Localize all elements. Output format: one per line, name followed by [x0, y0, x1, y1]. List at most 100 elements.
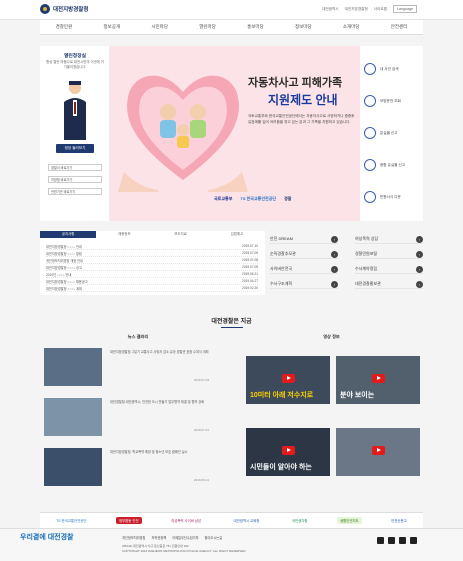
- video-thumb[interactable]: 10미터 아래 저수지로: [246, 356, 330, 404]
- language-select[interactable]: Language: [393, 5, 417, 13]
- notice-tabs: 공지사항 채용정보 보도자료 입법예고: [40, 231, 265, 238]
- util-link[interactable]: 대전광역시: [322, 7, 339, 12]
- police-logo: 경찰: [284, 196, 292, 201]
- quick-item-forms[interactable]: 민원서식 다운: [364, 182, 422, 212]
- social-links: [377, 537, 417, 544]
- chief-panel-desc: 항상 열린 마음으로 대전시민의 이곳에 귀 기울이겠습니다.: [46, 60, 104, 69]
- arrow-right-icon: ›: [416, 235, 423, 243]
- bag-icon: [364, 159, 376, 171]
- gallery-item[interactable]: 대전경찰청-대전광역시, 안전한 도시 만들기 업무협약 체결 및 협력 강화 …: [44, 398, 234, 446]
- link-women[interactable]: 여성폭력 상담 ›: [355, 235, 423, 244]
- related-org-select[interactable]: 관련기관 바로가기: [48, 188, 102, 195]
- play-icon: [372, 446, 385, 455]
- quick-item-lost[interactable]: 분실물 신고: [364, 118, 422, 148]
- video-thumb[interactable]: 분야 보이는: [336, 356, 420, 404]
- gallery-photo: [44, 398, 102, 436]
- section-title: 대전경찰은 지금: [0, 316, 463, 328]
- facebook-icon[interactable]: [388, 537, 395, 544]
- document-icon: [364, 191, 376, 203]
- notice-row[interactable]: 대전지방경찰청 ○○○○ 안내 2019.07.10: [46, 244, 258, 250]
- partner-banners: TS 한국교통안전공단 정부합동 안전 여성폭력 사이버 상담 대전광역시 교육…: [40, 512, 423, 528]
- notice-row[interactable]: 대전지방경찰청 ○○○○ 공고 2019.07.05: [46, 265, 258, 271]
- tab-recruit[interactable]: 채용정보: [96, 231, 152, 238]
- ts-logo: TS 한국교통안전공단: [240, 196, 277, 201]
- top-bar: 대전지방경찰청 대전광역시 대전지방경찰청 사이트맵 Language: [0, 0, 463, 20]
- news-gallery: 뉴스 갤러리 대전지방경찰청, 2분기 교통사고 사망자 감소 유공 경찰관 표…: [40, 334, 236, 516]
- util-link[interactable]: 사이트맵: [374, 7, 387, 12]
- partner-link[interactable]: TS 한국교통안전공단: [53, 517, 89, 524]
- arrow-right-icon: ›: [331, 265, 338, 273]
- nav-item[interactable]: 열린마당: [199, 24, 216, 30]
- partner-link[interactable]: 대전광역시 교육청: [231, 517, 263, 524]
- main-nav: 경찰민원 정보공개 시민마당 열린마당 홍보마당 정보마당 소개마당 안전센터: [40, 20, 423, 35]
- banner-subtitle: 지원제도 안내: [268, 93, 338, 107]
- video-heading: 영상 정보: [323, 334, 340, 339]
- util-link[interactable]: 대전지방경찰청: [345, 7, 368, 12]
- chief-room-button[interactable]: 청장 둘러보기: [56, 144, 94, 153]
- footer-link[interactable]: 찾아오시는길: [205, 535, 223, 540]
- link-pr[interactable]: 대전경찰홍보관 ›: [355, 280, 423, 289]
- nav-item[interactable]: 경찰민원: [56, 24, 73, 30]
- blog-icon[interactable]: [410, 537, 417, 544]
- chief-panel-title: 열린청장실: [63, 54, 87, 59]
- arrow-right-icon: ›: [331, 280, 338, 288]
- partner-link[interactable]: 정부합동 안전: [115, 517, 142, 524]
- nav-item[interactable]: 안전센터: [391, 24, 408, 30]
- nav-item[interactable]: 정보공개: [104, 24, 121, 30]
- notice-row[interactable]: 2019년 ○○○○ 안내 2019.06.21: [46, 272, 258, 278]
- quick-item-case-search[interactable]: 내 사건 검색: [364, 54, 422, 84]
- nav-item[interactable]: 시민마당: [151, 24, 168, 30]
- footer-address: (35242) 대전광역시 서구 둔산중로 78 | 민원안내 182 COPY…: [122, 544, 246, 553]
- gallery-item[interactable]: 대전지방경찰청, 2분기 교통사고 사망자 감소 유공 경찰관 표창 수여식 개…: [44, 348, 234, 396]
- video-thumb[interactable]: [336, 428, 420, 476]
- play-icon: [282, 374, 295, 383]
- main-banner[interactable]: 자동차사고 피해가족 지원제도 안내 국토교통부와 한국교통안전공단에서는 자동…: [110, 46, 360, 221]
- tab-notice[interactable]: 공지사항: [40, 231, 97, 238]
- police-station-select[interactable]: 경찰서 바로가기: [48, 164, 102, 171]
- gallery-photo: [44, 348, 102, 386]
- nav-item[interactable]: 소개마당: [343, 24, 360, 30]
- footer-link[interactable]: 개인정보처리방침: [122, 535, 145, 540]
- quick-links: 안전 DREAM › 여성폭력 상담 › 순직경찰추모관 › 경찰민원포털 › 사이버안…: [270, 235, 423, 295]
- tab-legislation[interactable]: 입법예고: [209, 231, 265, 238]
- partner-link[interactable]: 국민생각함: [289, 517, 311, 524]
- notice-row[interactable]: 대전지방경찰청 ○○○○ 계획 2019.02.20: [46, 286, 258, 292]
- link-reform[interactable]: 수사구조개혁 ›: [270, 280, 338, 289]
- footer-link[interactable]: 저작권정책: [151, 535, 166, 540]
- police-emblem-icon: [40, 4, 50, 14]
- youtube-icon[interactable]: [399, 537, 406, 544]
- site-logo[interactable]: 대전지방경찰청: [40, 4, 88, 14]
- nav-item[interactable]: 정보마당: [295, 24, 312, 30]
- notice-row[interactable]: 대전지방경찰청 ○○○○ 알림 2019.07.09: [46, 251, 258, 257]
- play-icon: [372, 374, 385, 383]
- site-name: 대전지방경찰청: [53, 7, 89, 13]
- link-investigation[interactable]: 수사계약정립 ›: [355, 265, 423, 274]
- partner-link[interactable]: 안전신문고: [388, 517, 410, 524]
- quick-item-lost-total[interactable]: 종합 유실물 신고: [364, 150, 422, 180]
- link-cyber[interactable]: 사이버안전국 ›: [270, 265, 338, 274]
- arrow-right-icon: ›: [416, 265, 423, 273]
- gallery-item[interactable]: 대전지방경찰청, 학교폭력 예방 및 청소년 보호 캠페인 실시 2019.06…: [44, 448, 234, 496]
- partner-link[interactable]: 생활안전지도: [336, 517, 362, 524]
- arrow-right-icon: ›: [416, 250, 423, 258]
- gallery-photo: [44, 448, 102, 486]
- notice-board: 공지사항 채용정보 보도자료 입법예고 대전지방경찰청 ○○○○ 안내 2019.…: [40, 231, 265, 295]
- agency-select[interactable]: 지방청 바로가기: [48, 176, 102, 183]
- link-portal[interactable]: 경찰민원포털 ›: [355, 250, 423, 259]
- lost-item-icon: [364, 127, 376, 139]
- video-thumb[interactable]: 시민들이 알아야 하는: [246, 428, 330, 476]
- notice-row[interactable]: 개인정보처리방침 개정 안내 2019.07.08: [46, 258, 258, 264]
- footer-link[interactable]: 이메일무단수집거부: [172, 535, 198, 540]
- twitter-icon[interactable]: [377, 537, 384, 544]
- arrow-right-icon: ›: [416, 280, 423, 288]
- partner-link[interactable]: 여성폭력 사이버 상담: [168, 517, 204, 524]
- chief-panel: 열린청장실 항상 열린 마음으로 대전시민의 이곳에 귀 기울이겠습니다. 청장…: [40, 46, 110, 221]
- tab-press[interactable]: 보도자료: [153, 231, 209, 238]
- notice-row[interactable]: 대전지방경찰청 ○○○○ 채용공고 2019.04.27: [46, 279, 258, 285]
- family-heart-illustration: [118, 75, 248, 192]
- arrow-right-icon: ›: [331, 235, 338, 243]
- nav-item[interactable]: 홍보마당: [247, 24, 264, 30]
- link-memorial[interactable]: 순직경찰추모관 ›: [270, 250, 338, 259]
- quick-item-driver[interactable]: 모범운전 조회: [364, 86, 422, 116]
- link-safe-dream[interactable]: 안전 DREAM ›: [270, 235, 338, 244]
